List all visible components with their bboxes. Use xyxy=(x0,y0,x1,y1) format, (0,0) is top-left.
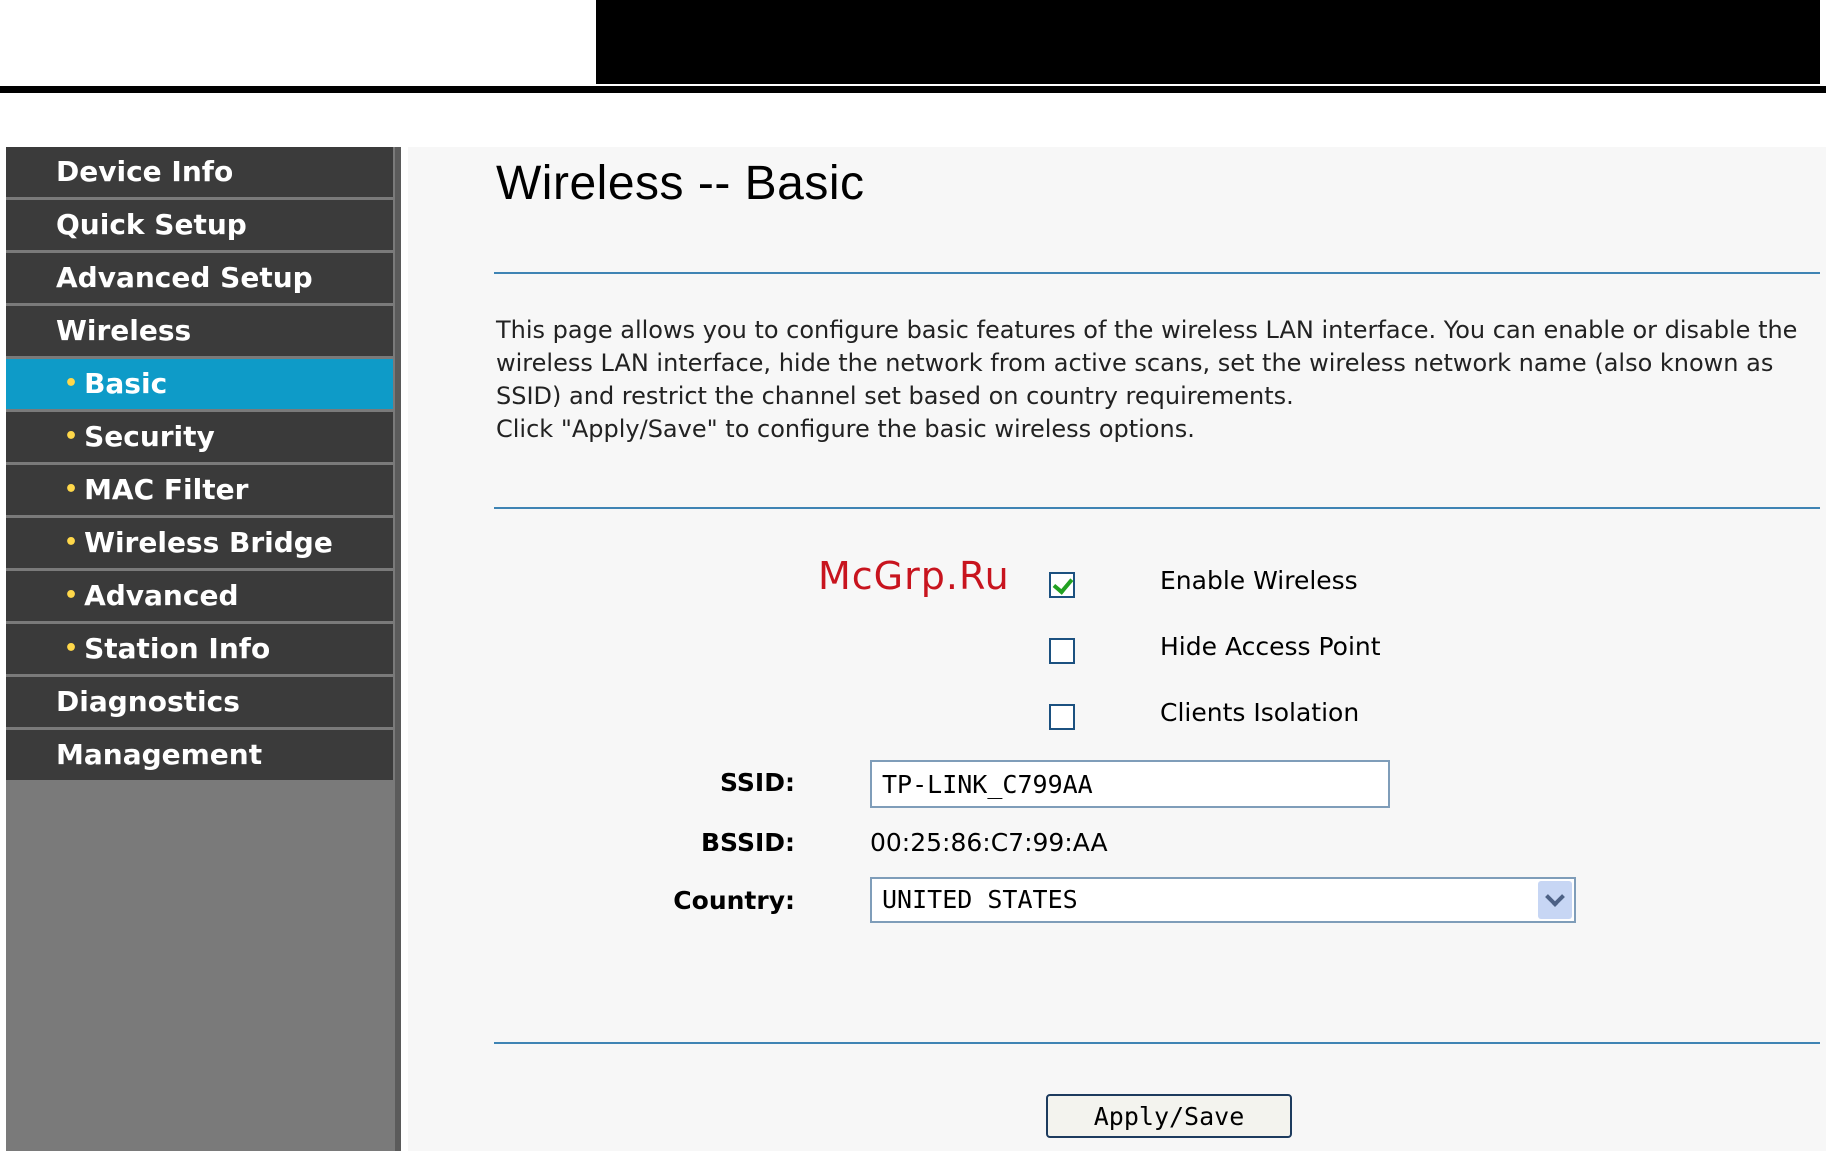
bssid-value: 00:25:86:C7:99:AA xyxy=(870,828,1108,857)
nav-label: Diagnostics xyxy=(56,685,240,718)
enable-wireless-checkbox[interactable] xyxy=(1049,572,1075,598)
nav-label: MAC Filter xyxy=(84,473,249,506)
enable-wireless-label: Enable Wireless xyxy=(1160,566,1358,595)
page-description: This page allows you to configure basic … xyxy=(496,314,1816,446)
nav-item-advanced[interactable]: • Advanced xyxy=(6,571,393,621)
hide-access-point-checkbox[interactable] xyxy=(1049,638,1075,664)
description-text: This page allows you to configure basic … xyxy=(496,316,1798,410)
bullet-icon: • xyxy=(64,583,79,608)
bullet-icon: • xyxy=(64,424,79,449)
watermark: McGrp.Ru xyxy=(818,554,1010,598)
instruction-text: Click "Apply/Save" to configure the basi… xyxy=(496,415,1195,443)
header-banner xyxy=(596,0,1820,84)
nav-label: Station Info xyxy=(84,632,271,665)
clients-isolation-checkbox[interactable] xyxy=(1049,704,1075,730)
nav-label: Device Info xyxy=(56,155,234,188)
ssid-label: SSID: xyxy=(720,768,795,797)
nav-item-station-info[interactable]: • Station Info xyxy=(6,624,393,674)
section-divider xyxy=(494,272,1820,274)
nav-label: Basic xyxy=(84,367,168,400)
sidebar-nav: Device Info Quick Setup Advanced Setup W… xyxy=(6,147,401,1151)
ssid-input[interactable] xyxy=(870,760,1390,808)
nav-item-mac-filter[interactable]: • MAC Filter xyxy=(6,465,393,515)
section-divider xyxy=(494,507,1820,509)
nav-item-wireless[interactable]: Wireless xyxy=(6,306,393,356)
hide-access-point-label: Hide Access Point xyxy=(1160,632,1381,661)
nav-item-basic[interactable]: • Basic xyxy=(6,359,393,409)
nav-item-wireless-bridge[interactable]: • Wireless Bridge xyxy=(6,518,393,568)
apply-save-button[interactable]: Apply/Save xyxy=(1046,1094,1292,1138)
bullet-icon: • xyxy=(64,371,79,396)
nav-label: Wireless Bridge xyxy=(84,526,333,559)
section-divider xyxy=(494,1042,1820,1044)
bullet-icon: • xyxy=(64,636,79,661)
bullet-icon: • xyxy=(64,477,79,502)
nav-item-advanced-setup[interactable]: Advanced Setup xyxy=(6,253,393,303)
nav-item-device-info[interactable]: Device Info xyxy=(6,147,393,197)
bullet-icon: • xyxy=(64,530,79,555)
nav-label: Management xyxy=(56,738,263,771)
content-area xyxy=(408,147,1826,1151)
country-label: Country: xyxy=(673,886,795,915)
country-selected-value: UNITED STATES xyxy=(882,885,1078,914)
nav-item-management[interactable]: Management xyxy=(6,730,393,780)
nav-item-diagnostics[interactable]: Diagnostics xyxy=(6,677,393,727)
nav-label: Advanced xyxy=(84,579,239,612)
bssid-label: BSSID: xyxy=(701,828,795,857)
country-select[interactable]: UNITED STATES xyxy=(870,877,1576,923)
nav-label: Security xyxy=(84,420,215,453)
header-divider xyxy=(0,86,1826,93)
nav-label: Advanced Setup xyxy=(56,261,313,294)
nav-item-quick-setup[interactable]: Quick Setup xyxy=(6,200,393,250)
nav-label: Wireless xyxy=(56,314,192,347)
chevron-down-icon[interactable] xyxy=(1538,881,1572,919)
clients-isolation-label: Clients Isolation xyxy=(1160,698,1360,727)
nav-item-security[interactable]: • Security xyxy=(6,412,393,462)
nav-label: Quick Setup xyxy=(56,208,247,241)
page-title: Wireless -- Basic xyxy=(496,157,865,210)
